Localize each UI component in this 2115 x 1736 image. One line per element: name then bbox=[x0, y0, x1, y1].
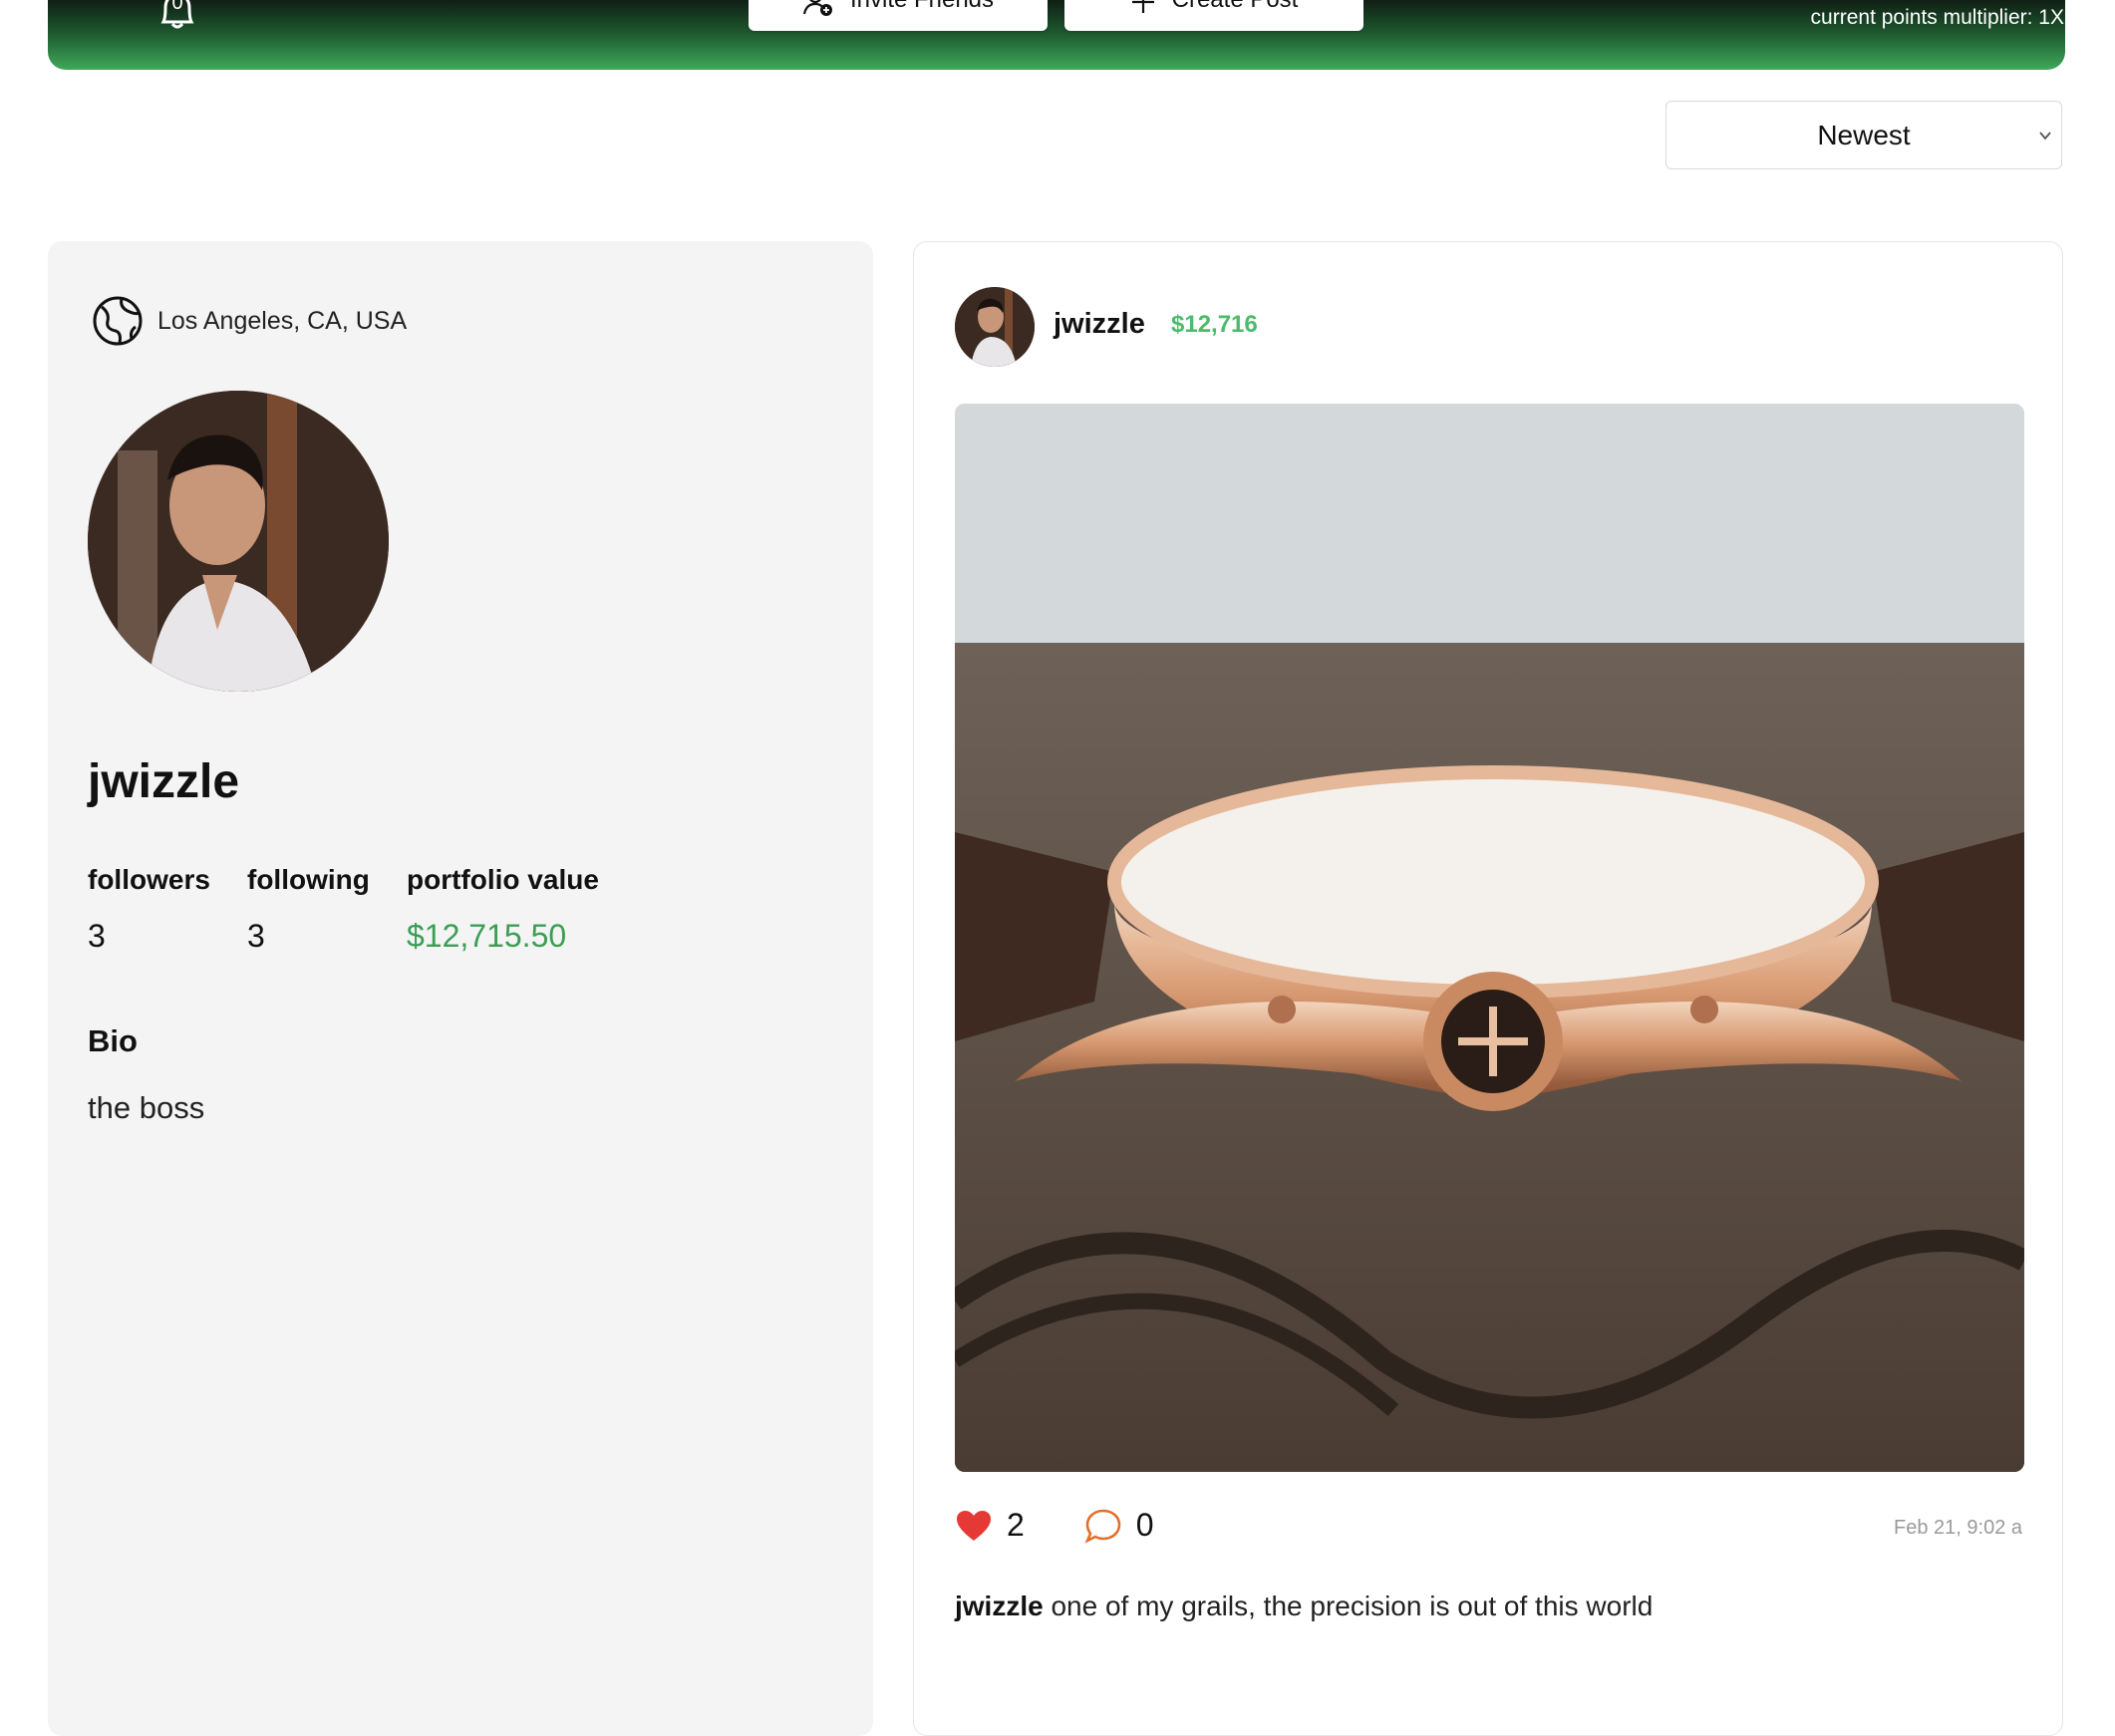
post-caption: jwizzle one of my grails, the precision … bbox=[955, 1586, 1682, 1627]
following-label: following bbox=[247, 864, 370, 895]
post-author-username[interactable]: jwizzle bbox=[1054, 308, 1145, 341]
post-timestamp: Feb 21, 9:02 a bbox=[1894, 1517, 2022, 1539]
bio-text: the boss bbox=[88, 1090, 205, 1125]
comment-count: 0 bbox=[1135, 1507, 1154, 1543]
like-count: 2 bbox=[1007, 1507, 1025, 1543]
profile-username: jwizzle bbox=[88, 755, 240, 808]
caption-text: one of my grails, the precision is out o… bbox=[1043, 1591, 1654, 1621]
portfolio-value-label: portfolio value bbox=[407, 864, 599, 895]
portfolio-value-amount: $12,715.50 bbox=[407, 918, 567, 954]
post-author-avatar[interactable] bbox=[955, 287, 1035, 367]
portfolio-value-stat: portfolio value $12,715.50 bbox=[407, 864, 599, 955]
add-user-icon bbox=[802, 0, 832, 16]
caption-username[interactable]: jwizzle bbox=[955, 1591, 1044, 1621]
top-banner: 0 bbox=[48, 0, 2065, 70]
comment-icon bbox=[1084, 1509, 1121, 1544]
chevron-down-icon bbox=[2039, 132, 2051, 141]
profile-card: Los Angeles, CA, USA jwizzle followers 3… bbox=[48, 241, 873, 1736]
invite-friends-button[interactable]: Invite Friends bbox=[749, 0, 1048, 31]
post-author-portfolio-value: $12,716 bbox=[1171, 311, 1258, 338]
following-count: 3 bbox=[247, 918, 265, 954]
comment-button[interactable]: 0 bbox=[1084, 1507, 1154, 1544]
followers-label: followers bbox=[88, 864, 210, 895]
post-actions: 2 0 bbox=[955, 1507, 1214, 1544]
points-multiplier: current points multiplier: 1X bbox=[1810, 6, 2064, 29]
invite-friends-label: Invite Friends bbox=[850, 0, 994, 14]
create-post-label: Create Post bbox=[1172, 0, 1299, 14]
location-text: Los Angeles, CA, USA bbox=[157, 306, 408, 335]
plus-icon bbox=[1131, 0, 1154, 13]
globe-icon bbox=[93, 296, 143, 346]
heart-icon bbox=[957, 1510, 991, 1541]
followers-stat[interactable]: followers 3 bbox=[88, 864, 210, 955]
post-image[interactable] bbox=[955, 404, 2024, 1472]
like-button[interactable]: 2 bbox=[955, 1507, 1025, 1544]
notification-count: 0 bbox=[171, 0, 183, 14]
create-post-button[interactable]: Create Post bbox=[1064, 0, 1363, 31]
followers-count: 3 bbox=[88, 918, 106, 954]
post-card: jwizzle $12,716 2 0 Feb 21, 9:02 a jwizz… bbox=[913, 241, 2063, 1736]
profile-location: Los Angeles, CA, USA bbox=[92, 295, 407, 347]
sort-selected-value: Newest bbox=[1817, 120, 1911, 150]
bio-title: Bio bbox=[88, 1023, 138, 1058]
profile-avatar[interactable] bbox=[88, 391, 389, 692]
notifications-button[interactable]: 0 bbox=[153, 0, 201, 30]
following-stat[interactable]: following 3 bbox=[247, 864, 370, 955]
sort-select[interactable]: Newest bbox=[1665, 101, 2062, 169]
